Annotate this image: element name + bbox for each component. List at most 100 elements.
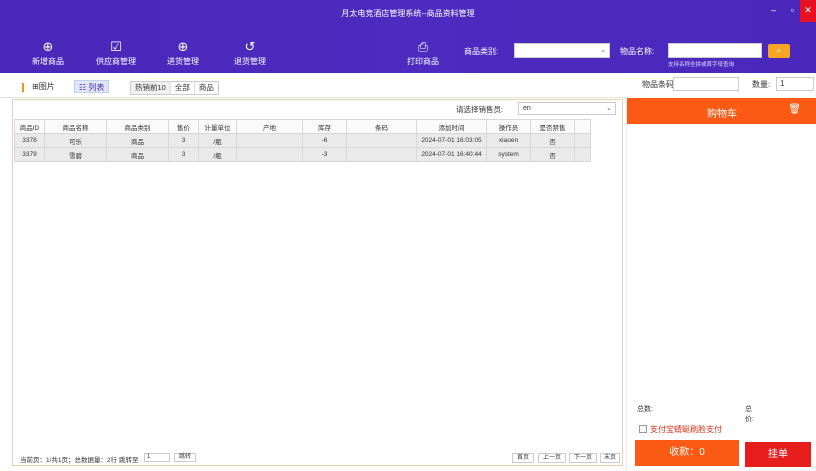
- total-count-label: 总数:: [637, 406, 653, 413]
- last-page-button[interactable]: 末页: [600, 453, 620, 463]
- grid-icon: ⊞: [32, 82, 39, 91]
- table-cell: 商品: [106, 147, 169, 162]
- return-management-label: 退货管理: [234, 57, 266, 66]
- table-cell: -3: [302, 147, 347, 162]
- table-cell: 雪碧: [44, 147, 107, 162]
- table-cell: [236, 133, 303, 148]
- category-tabs: 热销前10 全部 商品: [130, 81, 219, 95]
- jump-page-input[interactable]: 1: [144, 453, 170, 462]
- table-cell: 否: [530, 133, 575, 148]
- next-page-button[interactable]: 下一页: [569, 453, 597, 463]
- cart-totals: 总数: 总价:: [637, 404, 754, 423]
- printer-icon: ⎙: [417, 39, 429, 54]
- col-header-spacer: [574, 119, 591, 134]
- shopping-cart: 购物车 🗑 总数: 总价: 支付宝蜻蜓刷脸支付 收款：0 挂单: [626, 98, 816, 471]
- hold-order-button[interactable]: 挂单: [745, 442, 811, 467]
- col-header[interactable]: 商品ID: [14, 119, 45, 134]
- return-icon: ↺: [244, 39, 256, 54]
- face-pay-checkbox[interactable]: [639, 425, 647, 433]
- seller-label: 请选择销售员:: [456, 105, 504, 114]
- tab-product[interactable]: 商品: [195, 82, 218, 94]
- table-cell: xiaoen: [486, 133, 531, 148]
- table-cell: 商品: [106, 133, 169, 148]
- product-table: 商品ID 商品名称 商品类别 售价 计量单位 产地 库存 条码 添加时间 操作员…: [14, 119, 591, 162]
- jump-button[interactable]: 跳转: [174, 453, 196, 462]
- col-header[interactable]: 是否禁售: [530, 119, 575, 134]
- quantity-input[interactable]: 1: [776, 77, 814, 91]
- face-pay-label: 支付宝蜻蜓刷脸支付: [650, 425, 722, 434]
- supplier-management-label: 供应商管理: [96, 57, 136, 66]
- col-header[interactable]: 操作员: [486, 119, 531, 134]
- return-management-button[interactable]: ↺ 退货管理: [220, 38, 280, 67]
- table-cell: 3: [168, 133, 199, 148]
- barcode-label: 物品条码:: [642, 80, 677, 89]
- table-cell: -6: [302, 133, 347, 148]
- seller-value: en: [523, 105, 531, 112]
- col-header[interactable]: 售价: [168, 119, 199, 134]
- table-cell: 2024-07-01 16:40:44: [416, 147, 487, 162]
- table-row[interactable]: 3378 可乐 商品 3 /瓶 -6 2024-07-01 16:03:05 x…: [14, 133, 591, 148]
- search-button[interactable]: ⌕: [768, 44, 790, 58]
- print-product-label: 打印商品: [407, 57, 439, 66]
- table-cell: 可乐: [44, 133, 107, 148]
- window-title: 月太电竞酒店管理系统--商品资料管理: [341, 9, 475, 18]
- first-page-button[interactable]: 首页: [512, 453, 534, 463]
- supplier-management-button[interactable]: ☑ 供应商管理: [86, 38, 146, 67]
- table-cell: 3378: [14, 133, 45, 148]
- list-icon: ☷: [79, 83, 87, 92]
- tab-top10[interactable]: 热销前10: [131, 82, 171, 94]
- quantity-label: 数量:: [752, 80, 771, 89]
- maximize-icon[interactable]: ▫: [791, 5, 794, 15]
- purchase-management-label: 进货管理: [167, 57, 199, 66]
- table-row[interactable]: 3379 雪碧 商品 3 /瓶 -3 2024-07-01 16:40:44 s…: [14, 147, 591, 162]
- image-view-button[interactable]: ⊞图片: [28, 80, 59, 93]
- close-icon[interactable]: ✕: [800, 0, 816, 22]
- collect-payment-button[interactable]: 收款：0: [635, 440, 739, 466]
- table-header-row: 商品ID 商品名称 商品类别 售价 计量单位 产地 库存 条码 添加时间 操作员…: [14, 119, 591, 134]
- table-cell: 2024-07-01 16:03:05: [416, 133, 487, 148]
- table-cell: 3379: [14, 147, 45, 162]
- search-icon: ⌕: [776, 46, 782, 55]
- table-cell: [346, 133, 417, 148]
- table-cell: 3: [168, 147, 199, 162]
- prev-page-button[interactable]: 上一页: [538, 453, 566, 463]
- barcode-input[interactable]: [673, 77, 739, 91]
- edit-icon: ☑: [110, 39, 122, 54]
- trash-icon[interactable]: 🗑: [788, 104, 801, 115]
- col-header[interactable]: 商品类别: [106, 119, 169, 134]
- image-view-label: 图片: [38, 82, 55, 91]
- col-header[interactable]: 条码: [346, 119, 417, 134]
- table-cell: [236, 147, 303, 162]
- category-select[interactable]: ⌄: [514, 43, 610, 58]
- add-product-button[interactable]: ⊕ 新增商品: [18, 38, 78, 67]
- face-pay-option[interactable]: 支付宝蜻蜓刷脸支付: [639, 424, 722, 435]
- col-header[interactable]: 库存: [302, 119, 347, 134]
- list-view-button[interactable]: ☷ 列表: [74, 80, 110, 93]
- col-header[interactable]: 产地: [236, 119, 303, 134]
- category-label: 商品类别:: [464, 47, 499, 56]
- add-circle-icon: ⊕: [42, 39, 54, 54]
- print-product-button[interactable]: ⎙ 打印商品: [393, 38, 453, 67]
- col-header[interactable]: 添加时间: [416, 119, 487, 134]
- product-name-input[interactable]: [668, 43, 762, 58]
- chevron-down-icon: ⌄: [600, 47, 606, 54]
- view-bar: ⊞图片 ☷ 列表 热销前10 全部 商品: [0, 73, 626, 98]
- add-product-label: 新增商品: [32, 57, 64, 66]
- section-marker: [22, 83, 24, 92]
- table-cell: /瓶: [198, 147, 237, 162]
- table-cell: [346, 147, 417, 162]
- add-circle-icon: ⊕: [177, 39, 189, 54]
- cart-header: 购物车 🗑: [627, 98, 816, 124]
- top-toolbar: 月太电竞酒店管理系统--商品资料管理 – ▫ ✕ ⊕ 新增商品 ☑ 供应商管理 …: [0, 0, 816, 73]
- jump-label: 跳转至: [118, 457, 139, 464]
- minimize-icon[interactable]: –: [771, 5, 776, 15]
- chevron-down-icon: ⌄: [606, 105, 612, 112]
- seller-select[interactable]: en ⌄: [518, 102, 616, 115]
- col-header[interactable]: 计量单位: [198, 119, 237, 134]
- page-status: 当前页：1/共1页；总数据量：2行 跳转至: [20, 454, 138, 464]
- tab-all[interactable]: 全部: [171, 82, 195, 94]
- purchase-management-button[interactable]: ⊕ 进货管理: [153, 38, 213, 67]
- table-cell-spacer: [574, 147, 591, 162]
- product-name-hint: 支持名称全拼或首字母查询: [668, 62, 735, 68]
- col-header[interactable]: 商品名称: [44, 119, 107, 134]
